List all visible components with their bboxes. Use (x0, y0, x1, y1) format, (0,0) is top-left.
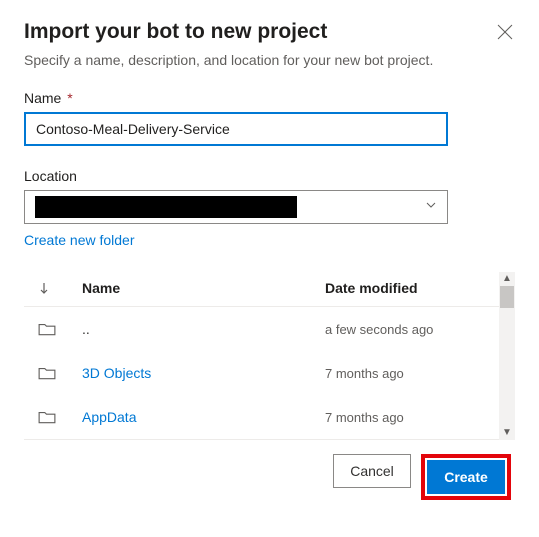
folder-name[interactable]: 3D Objects (82, 365, 325, 381)
column-date[interactable]: Date modified (325, 280, 485, 296)
create-button[interactable]: Create (427, 460, 505, 494)
scroll-down-icon[interactable]: ▼ (502, 428, 512, 438)
close-icon[interactable] (497, 24, 515, 42)
location-select[interactable] (24, 190, 448, 224)
table-row[interactable]: AppData 7 months ago (24, 395, 499, 439)
tutorial-highlight: Create (421, 454, 511, 500)
dialog-subtitle: Specify a name, description, and locatio… (24, 52, 515, 68)
location-value-redacted (35, 196, 297, 218)
location-label: Location (24, 168, 515, 184)
folder-name[interactable]: AppData (82, 409, 325, 425)
file-browser: Name Date modified .. a few seconds ago (24, 272, 499, 440)
sort-icon[interactable] (38, 282, 82, 294)
folder-date: 7 months ago (325, 366, 485, 381)
folder-date: a few seconds ago (325, 322, 485, 337)
column-name[interactable]: Name (82, 280, 325, 296)
folder-icon (38, 322, 82, 336)
table-row[interactable]: .. a few seconds ago (24, 307, 499, 351)
folder-icon (38, 410, 82, 424)
name-input[interactable] (24, 112, 448, 146)
name-label: Name * (24, 90, 515, 106)
folder-icon (38, 366, 82, 380)
scroll-thumb[interactable] (500, 286, 514, 308)
folder-name[interactable]: .. (82, 321, 325, 337)
folder-date: 7 months ago (325, 410, 485, 425)
required-asterisk: * (67, 90, 72, 106)
chevron-down-icon (425, 198, 437, 216)
scroll-up-icon[interactable]: ▲ (502, 274, 512, 284)
dialog-title: Import your bot to new project (24, 20, 327, 44)
scrollbar[interactable]: ▲ ▼ (499, 272, 515, 440)
import-bot-dialog: Import your bot to new project Specify a… (0, 0, 539, 518)
table-row[interactable]: 3D Objects 7 months ago (24, 351, 499, 395)
create-new-folder-link[interactable]: Create new folder (24, 232, 135, 248)
dialog-footer: Cancel Create (24, 454, 515, 500)
cancel-button[interactable]: Cancel (333, 454, 411, 488)
